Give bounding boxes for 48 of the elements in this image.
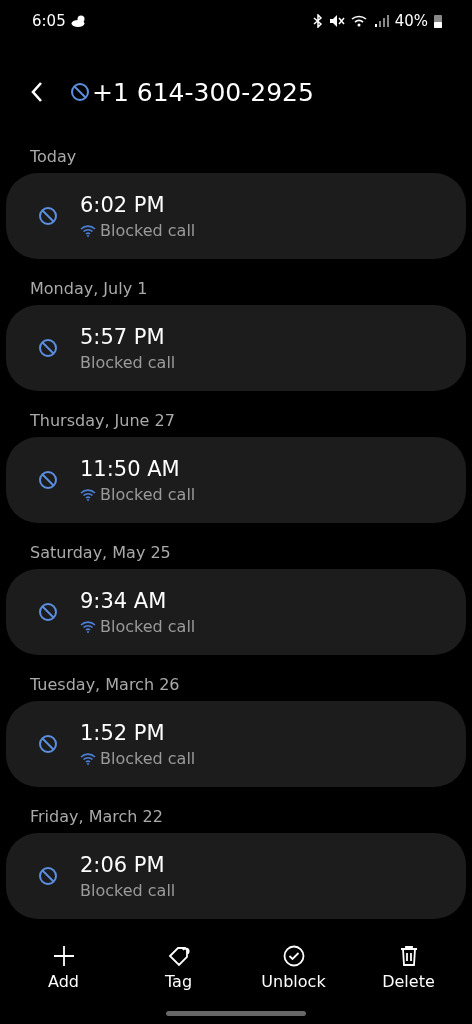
date-header: Saturday, May 25 [29, 542, 172, 564]
blocked-icon [38, 470, 58, 490]
tag-button[interactable]: Tag [128, 942, 229, 993]
clock-time: 6:05 [32, 12, 66, 30]
blocked-icon [38, 734, 58, 754]
signal-icon [374, 15, 389, 27]
blocked-icon [38, 206, 58, 226]
call-entry[interactable]: 2:06 PM Blocked call [6, 833, 466, 919]
check-circle-icon [281, 944, 306, 968]
tag-icon [166, 944, 191, 968]
call-entry[interactable]: 5:57 PM Blocked call [6, 305, 466, 391]
call-status: Blocked call [80, 352, 176, 372]
plus-icon [51, 944, 76, 968]
mute-icon [328, 14, 345, 28]
bluetooth-icon [312, 14, 323, 28]
call-time: 11:50 AM [80, 456, 181, 481]
call-entry[interactable]: 6:02 PM Blocked call [6, 173, 466, 259]
call-time: 2:06 PM [80, 852, 166, 877]
weather-icon [70, 15, 87, 27]
phone-number: +1 614-300-2925 [92, 77, 314, 107]
call-status: Blocked call [80, 880, 176, 900]
call-time: 5:57 PM [80, 324, 166, 349]
back-icon [30, 81, 44, 103]
blocked-icon [38, 602, 58, 622]
date-header: Tuesday, March 26 [29, 674, 181, 696]
call-status: Blocked call [100, 616, 196, 636]
wifi-icon [350, 14, 369, 28]
call-status: Blocked call [100, 484, 196, 504]
call-time: 1:52 PM [80, 720, 166, 745]
call-entry[interactable]: 1:52 PM Blocked call [6, 701, 466, 787]
battery-icon [434, 14, 442, 28]
call-entry[interactable]: 11:50 AM Blocked call [6, 437, 466, 523]
unblock-button[interactable]: Unblock [243, 942, 344, 993]
date-header: Friday, March 22 [29, 806, 164, 828]
add-button[interactable]: Add [13, 942, 114, 993]
battery-level: 40% [394, 12, 428, 30]
call-time: 9:34 AM [80, 588, 168, 613]
call-status: Blocked call [100, 748, 196, 768]
delete-button[interactable]: Delete [358, 942, 459, 993]
blocked-icon [38, 338, 58, 358]
blocked-icon [38, 866, 58, 886]
date-header: Monday, July 1 [29, 278, 149, 300]
blocked-icon [70, 82, 90, 102]
call-status: Blocked call [100, 220, 196, 240]
call-entry[interactable]: 9:34 AM Blocked call [6, 569, 466, 655]
date-header: Today [29, 146, 78, 168]
call-time: 6:02 PM [80, 192, 166, 217]
date-header: Thursday, June 27 [29, 410, 176, 432]
